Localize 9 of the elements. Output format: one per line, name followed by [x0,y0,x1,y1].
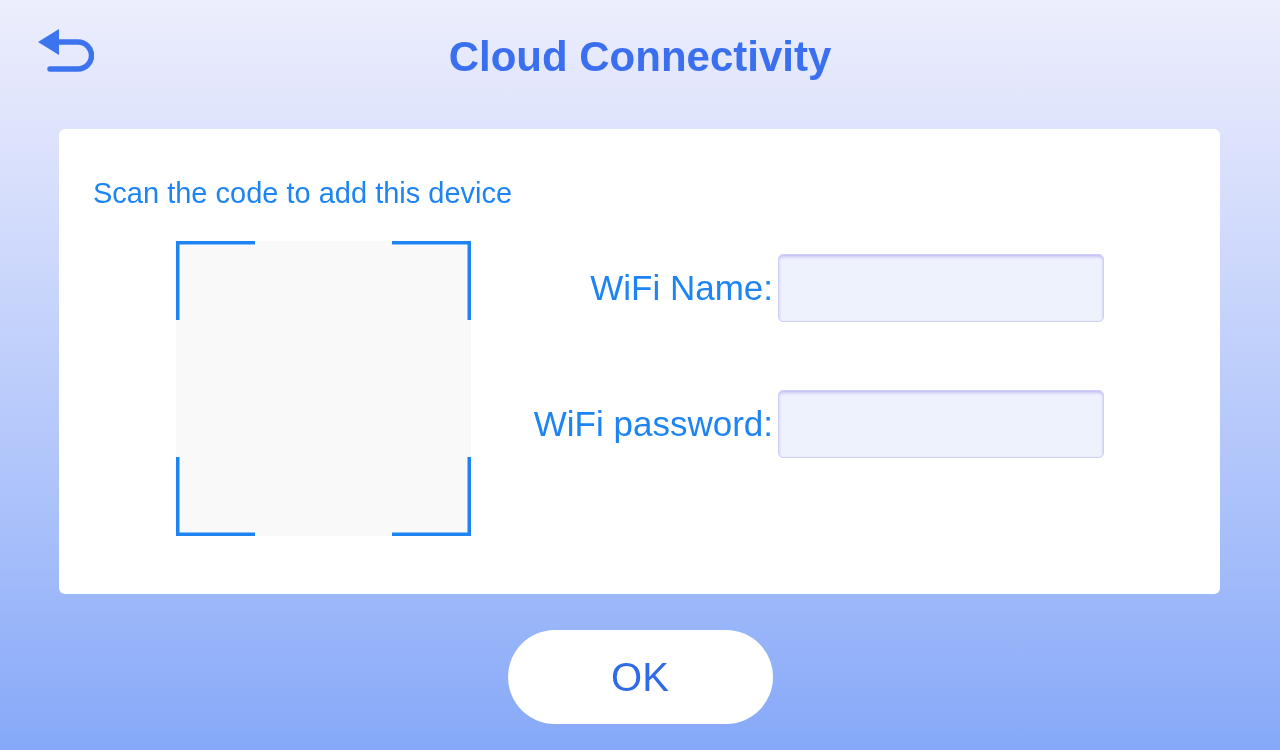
page-title: Cloud Connectivity [448,33,832,81]
instruction-text: Scan the code to add this device [93,176,514,211]
field-label: WiFi Name: [589,268,773,308]
back-button[interactable] [38,29,94,75]
field-label: WiFi password: [532,404,773,444]
ok-button[interactable]: OK [507,630,773,724]
back-arrow-icon [38,29,94,75]
wifi-password-field[interactable] [778,390,1104,458]
wifi-name-field[interactable] [778,254,1104,322]
